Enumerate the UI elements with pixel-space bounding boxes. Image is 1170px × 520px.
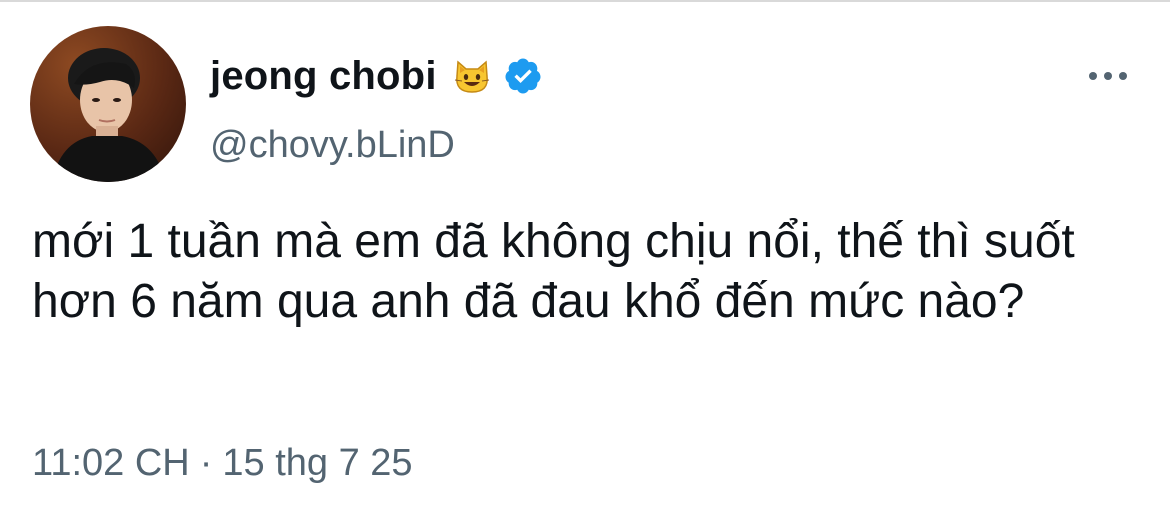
tweet-timestamp[interactable]: 11:02 CH · 15 thg 7 25 — [32, 442, 413, 485]
tweet-time[interactable]: 11:02 CH — [32, 442, 190, 484]
avatar-portrait — [52, 48, 166, 182]
timestamp-separator: · — [199, 442, 213, 484]
more-options-icon — [1089, 72, 1127, 80]
verified-badge-icon[interactable] — [503, 56, 543, 96]
avatar[interactable] — [30, 26, 186, 182]
author-name-row[interactable]: jeong chobi — [210, 48, 543, 104]
display-name[interactable]: jeong chobi — [210, 54, 437, 99]
more-options-button[interactable] — [1086, 62, 1130, 90]
divider — [0, 0, 1170, 2]
tweet-text: mới 1 tuần mà em đã không chịu nổi, thế … — [32, 215, 1075, 328]
tweet-card: jeong chobi @chovy.bLinD mới 1 tuần mà e… — [0, 0, 1170, 520]
tweet-date[interactable]: 15 thg 7 25 — [222, 442, 412, 484]
smiling-cat-emoji-icon — [453, 58, 491, 94]
user-handle[interactable]: @chovy.bLinD — [210, 124, 455, 167]
